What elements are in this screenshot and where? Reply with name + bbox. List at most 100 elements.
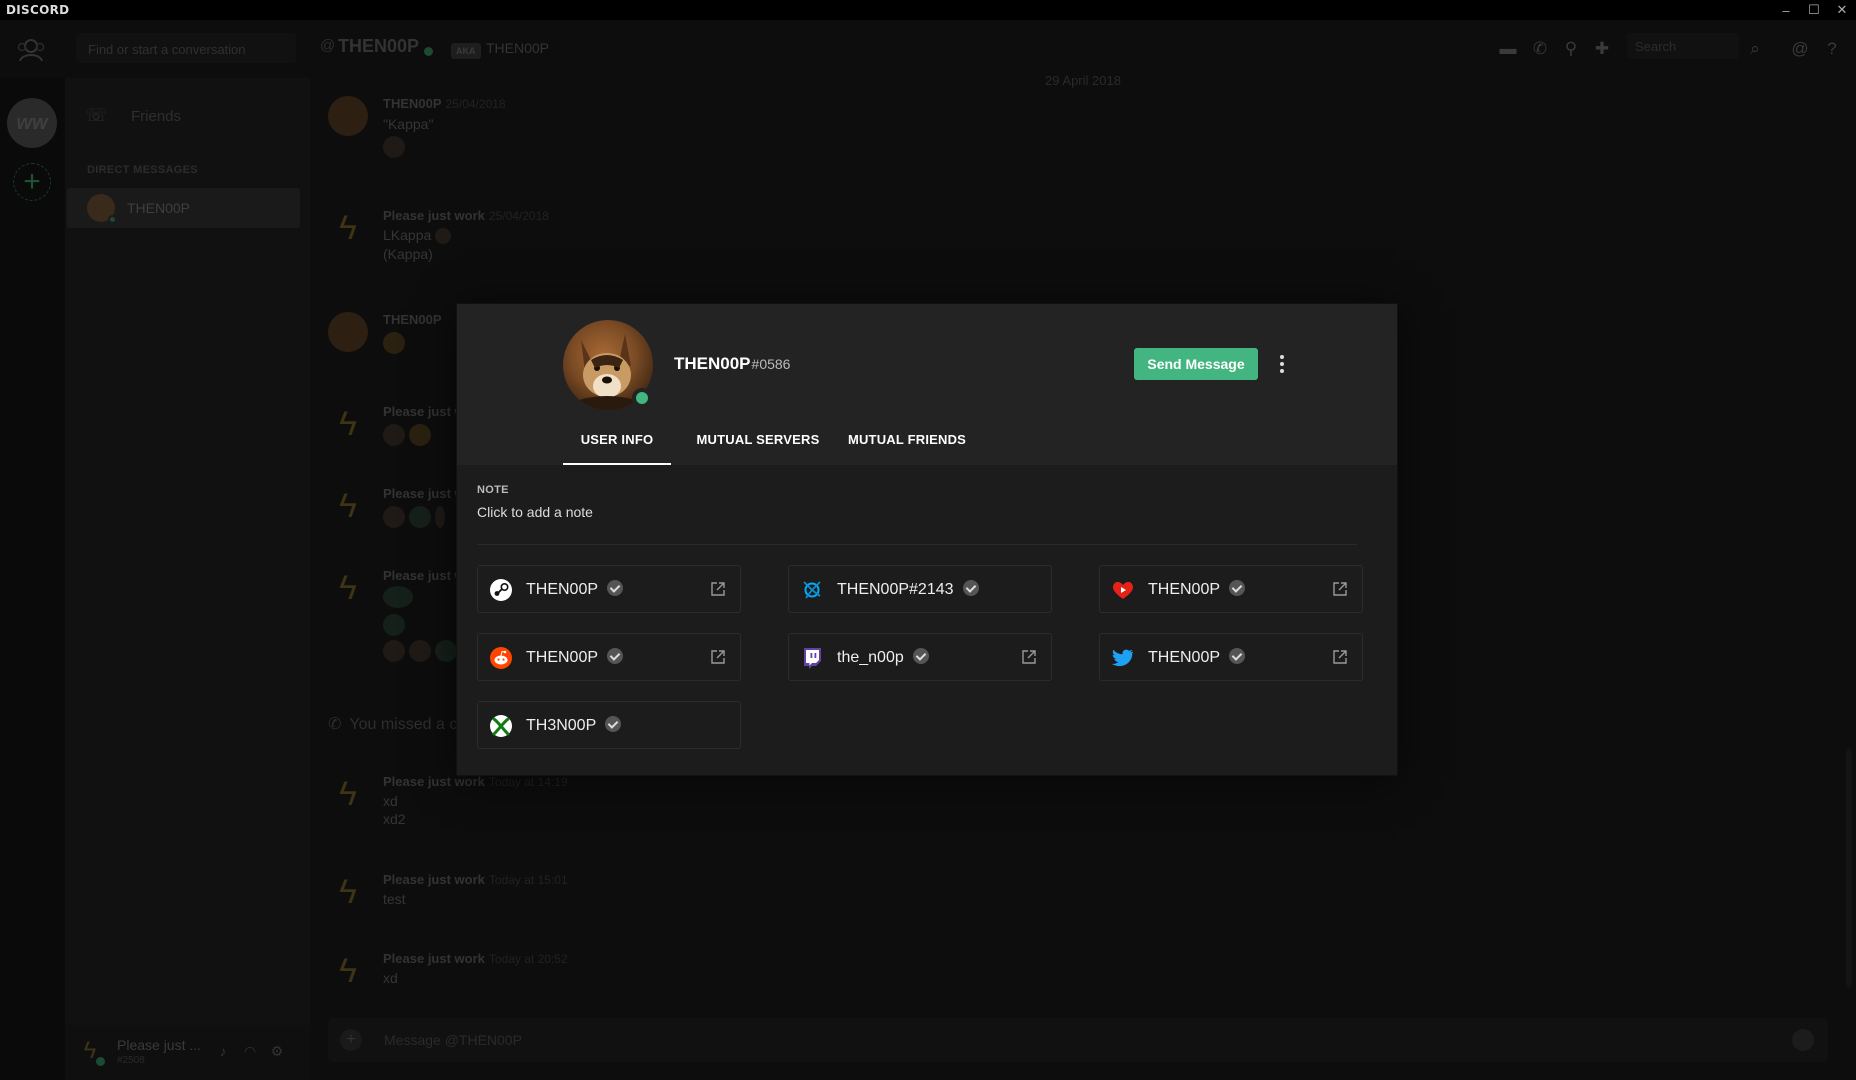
discord-logo: DISCORD [6,3,70,17]
user-panel-name: Please just ... [117,1037,202,1053]
home-guild-avatar[interactable]: ww [7,98,57,148]
note-input[interactable]: Click to add a note [477,504,593,520]
author-avatar[interactable]: ϟ [328,774,368,814]
author-avatar[interactable] [328,96,368,136]
account-name-text: THEN00P [1148,649,1221,666]
account-name-text: the_n00p [837,649,904,666]
message-composer[interactable]: + Message @THEN00P [328,1018,1828,1062]
emote-image [383,424,405,446]
settings-gear-icon[interactable]: ⚙ [267,1043,287,1063]
account-name: the_n00p [837,648,929,667]
friends-icon[interactable] [16,35,46,65]
search-icon[interactable]: ⌕ [1745,39,1765,59]
message-author[interactable]: Please just work Today at 15:01 [383,872,568,887]
external-link-icon[interactable] [710,649,726,665]
author-avatar[interactable]: ϟ [328,872,368,912]
external-link-icon[interactable] [1332,581,1348,597]
author-avatar[interactable]: ϟ [328,486,368,526]
verified-check-icon [962,580,979,596]
message-timestamp: 25/04/2018 [488,209,549,223]
minimize-button[interactable]: – [1772,0,1800,20]
twitter-icon [1111,649,1134,667]
message-emote-line [383,136,409,158]
external-link-icon[interactable] [1332,649,1348,665]
message-timestamp: Today at 14:19 [488,775,568,789]
youtube-icon [1113,581,1133,599]
message-text: xd [383,970,398,986]
help-icon[interactable]: ? [1822,39,1842,59]
connected-account-twitch: the_n00p [788,633,1052,681]
upload-plus-icon[interactable]: + [340,1029,362,1051]
author-name: Please just work [383,774,485,789]
maximize-button[interactable]: ☐ [1800,0,1828,20]
profile-header: THEN00P#0586 Send Message USER INFO MUTU… [457,304,1397,465]
emote-image [383,136,405,158]
message-author[interactable]: THEN00P [383,312,442,327]
emoji-picker-icon[interactable] [1792,1029,1814,1051]
message-text-content: LKappa [383,227,432,243]
dm-item-label: THEN00P [127,200,191,216]
message-text: "Kappa" [383,116,434,132]
send-message-button[interactable]: Send Message [1134,348,1258,380]
emote-image [383,586,413,608]
author-avatar[interactable]: ϟ [328,568,368,608]
dm-sidebar: ☏ Friends DIRECT MESSAGES THEN00P [65,78,310,1080]
message-emote-line [383,614,409,636]
tab-mutual-servers[interactable]: MUTUAL SERVERS [696,424,820,465]
headphones-icon[interactable]: ◠ [240,1043,260,1063]
online-status-dot [632,388,652,408]
account-name: TH3N00P [526,716,622,735]
message-author[interactable]: THEN00P 25/04/2018 [383,96,506,111]
close-window-button[interactable]: ✕ [1828,0,1856,20]
microphone-icon[interactable]: ♪ [213,1043,233,1063]
video-call-icon[interactable]: ▬ [1498,39,1518,59]
user-avatar[interactable]: ϟ [75,1036,105,1066]
tab-mutual-friends[interactable]: MUTUAL FRIENDS [845,424,969,465]
verified-check-icon [1229,648,1246,664]
online-status-dot [96,1057,105,1066]
account-name-text: THEN00P [526,581,599,598]
add-server-button[interactable]: + [13,163,51,201]
message-author[interactable]: Please just work 25/04/2018 [383,208,549,223]
dm-item-then00p[interactable]: THEN00P [67,188,300,228]
message-emote-line [383,506,449,528]
note-label: NOTE [477,484,509,496]
external-link-icon[interactable] [1021,649,1037,665]
more-options-icon[interactable] [1274,351,1290,377]
title-bar: DISCORD – ☐ ✕ [0,0,1856,20]
voice-call-icon[interactable]: ✆ [1530,39,1550,59]
phone-icon: ✆ [328,716,342,733]
verified-check-icon [912,648,929,664]
author-avatar[interactable]: ϟ [328,404,368,444]
message-text: xd2 [383,811,406,827]
account-name: THEN00P [1148,648,1246,667]
chat-scrollbar[interactable] [1846,748,1852,988]
tab-user-info[interactable]: USER INFO [563,424,671,465]
author-avatar[interactable]: ϟ [328,208,368,248]
friends-nav-item[interactable]: ☏ Friends [85,102,181,130]
emote-image [435,506,445,528]
pin-icon[interactable]: ⚲ [1561,39,1581,59]
emote-image [409,424,431,446]
emote-image [409,640,431,662]
connected-account-battlenet: THEN00P#2143 [788,565,1052,613]
steam-icon [490,579,512,601]
message-text: xd [383,793,398,809]
add-friend-icon[interactable]: ✚ [1592,39,1612,59]
external-link-icon[interactable] [710,581,726,597]
dm-search-input[interactable]: Find or start a conversation [76,33,296,63]
message-author[interactable]: Please just work Today at 20:52 [383,951,568,966]
message-author[interactable]: Please just work Today at 14:19 [383,774,568,789]
author-name: THEN00P [383,96,442,111]
author-avatar[interactable]: ϟ [328,951,368,991]
composer-input[interactable]: Message @THEN00P [384,1032,522,1048]
xbox-icon [490,715,512,737]
author-avatar[interactable] [328,312,368,352]
online-status-dot [108,215,117,224]
author-name: Please just work [383,951,485,966]
battlenet-icon [803,581,821,599]
profile-username: THEN00P#0586 [674,354,790,374]
search-input[interactable]: Search [1627,33,1739,59]
divider [477,544,1357,545]
mentions-icon[interactable]: @ [1790,39,1810,59]
